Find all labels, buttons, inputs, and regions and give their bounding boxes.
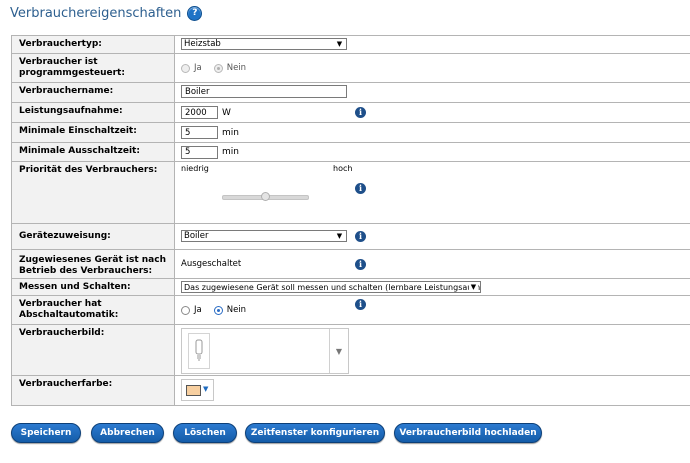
help-icon[interactable]: ? — [187, 5, 203, 21]
radio-abschalt-ja[interactable]: Ja — [181, 305, 202, 315]
chevron-down-icon: ▼ — [469, 283, 478, 292]
label-verbraucherfarbe: Verbraucherfarbe: — [12, 376, 175, 405]
radio-circle — [181, 63, 190, 73]
label-verbrauchername: Verbrauchername: — [12, 83, 175, 102]
min-off-time-unit: min — [222, 147, 239, 157]
priority-slider-thumb[interactable] — [260, 192, 270, 201]
row-prioritaet: Priorität des Verbrauchers: niedrig hoch… — [12, 162, 690, 224]
consumer-properties-form: Verbrauchertyp: Heizstab ▼ Verbraucher i… — [11, 35, 690, 406]
radio-programm-nein[interactable]: Nein — [213, 63, 246, 73]
upload-image-button[interactable]: Verbraucherbild hochladen — [394, 423, 542, 443]
label-min-einschaltzeit: Minimale Einschaltzeit: — [12, 123, 175, 142]
label-geraetezuweisung: Gerätezuweisung: — [12, 224, 175, 249]
label-leistungsaufnahme: Leistungsaufnahme: — [12, 103, 175, 122]
power-unit: W — [222, 107, 231, 118]
info-icon[interactable]: i — [355, 107, 366, 118]
row-zugewiesenes-geraet: Zugewiesenes Gerät ist nach Betrieb des … — [12, 250, 690, 279]
radio-circle — [181, 305, 190, 315]
radio-circle — [213, 63, 223, 73]
delete-button[interactable]: Löschen — [173, 423, 237, 443]
page-title: Verbrauchereigenschaften ? — [10, 4, 203, 22]
row-leistungsaufnahme: Leistungsaufnahme: 2000 W i — [12, 103, 690, 123]
row-programmgesteuert: Verbraucher ist programmgesteuert: Ja Ne… — [12, 54, 690, 83]
row-verbraucherbild: Verbraucherbild: ▼ — [12, 325, 690, 376]
radio-abschalt-nein[interactable]: Nein — [213, 305, 246, 315]
label-messen-schalten: Messen und Schalten: — [12, 279, 175, 295]
label-verbrauchertyp: Verbrauchertyp: — [12, 36, 175, 53]
info-icon[interactable]: i — [355, 299, 366, 310]
save-button[interactable]: Speichern — [11, 423, 81, 443]
chevron-down-icon: ▼ — [203, 385, 209, 393]
measure-switch-select[interactable]: Das zugewiesene Gerät soll messen und sc… — [181, 281, 481, 293]
consumer-name-input[interactable]: Boiler — [181, 85, 347, 98]
info-icon[interactable]: i — [355, 183, 366, 194]
page-title-text: Verbrauchereigenschaften — [10, 5, 182, 21]
device-assignment-select[interactable]: Boiler ▼ — [181, 230, 347, 242]
min-on-time-unit: min — [222, 127, 239, 138]
chevron-down-icon: ▼ — [336, 40, 343, 48]
label-zugewiesenes-geraet: Zugewiesenes Gerät ist nach Betrieb des … — [12, 250, 175, 278]
color-picker[interactable]: ▼ — [181, 379, 214, 401]
priority-high-label: hoch — [333, 164, 353, 173]
label-prioritaet: Priorität des Verbrauchers: — [12, 162, 175, 223]
priority-low-label: niedrig — [181, 164, 209, 173]
row-min-einschaltzeit: Minimale Einschaltzeit: 5 min — [12, 123, 690, 143]
min-off-time-input[interactable]: 5 — [181, 145, 218, 159]
configure-time-window-button[interactable]: Zeitfenster konfigurieren — [245, 423, 385, 443]
row-abschaltautomatik: Verbraucher hat Abschaltautomatik: Ja Ne… — [12, 296, 690, 325]
priority-slider[interactable] — [222, 192, 309, 201]
row-min-ausschaltzeit: Minimale Ausschaltzeit: 5 min — [12, 143, 690, 162]
row-geraetezuweisung: Gerätezuweisung: Boiler ▼ i — [12, 224, 690, 250]
row-verbraucherfarbe: Verbraucherfarbe: ▼ — [12, 376, 690, 406]
cancel-button[interactable]: Abbrechen — [91, 423, 164, 443]
chevron-down-icon: ▼ — [336, 232, 343, 240]
label-min-ausschaltzeit: Minimale Ausschaltzeit: — [12, 143, 175, 161]
label-verbraucherbild: Verbraucherbild: — [12, 325, 175, 375]
radio-programm-ja[interactable]: Ja — [181, 63, 202, 73]
light-bulb-icon — [188, 333, 210, 369]
color-swatch — [186, 385, 201, 396]
row-verbrauchertyp: Verbrauchertyp: Heizstab ▼ — [12, 36, 690, 54]
consumer-image-select[interactable]: ▼ — [181, 328, 349, 374]
row-verbrauchername: Verbrauchername: Boiler — [12, 83, 690, 103]
info-icon[interactable]: i — [355, 259, 366, 270]
consumer-type-select[interactable]: Heizstab ▼ — [181, 38, 347, 50]
min-on-time-input[interactable]: 5 — [181, 126, 218, 139]
power-input[interactable]: 2000 — [181, 106, 218, 119]
radio-circle — [213, 305, 223, 315]
row-messen-schalten: Messen und Schalten: Das zugewiesene Ger… — [12, 279, 690, 296]
label-abschaltautomatik: Verbraucher hat Abschaltautomatik: — [12, 296, 175, 324]
assigned-device-state: Ausgeschaltet — [181, 259, 242, 269]
label-programmgesteuert: Verbraucher ist programmgesteuert: — [12, 54, 175, 82]
info-icon[interactable]: i — [355, 231, 366, 242]
chevron-down-icon[interactable]: ▼ — [329, 329, 348, 373]
